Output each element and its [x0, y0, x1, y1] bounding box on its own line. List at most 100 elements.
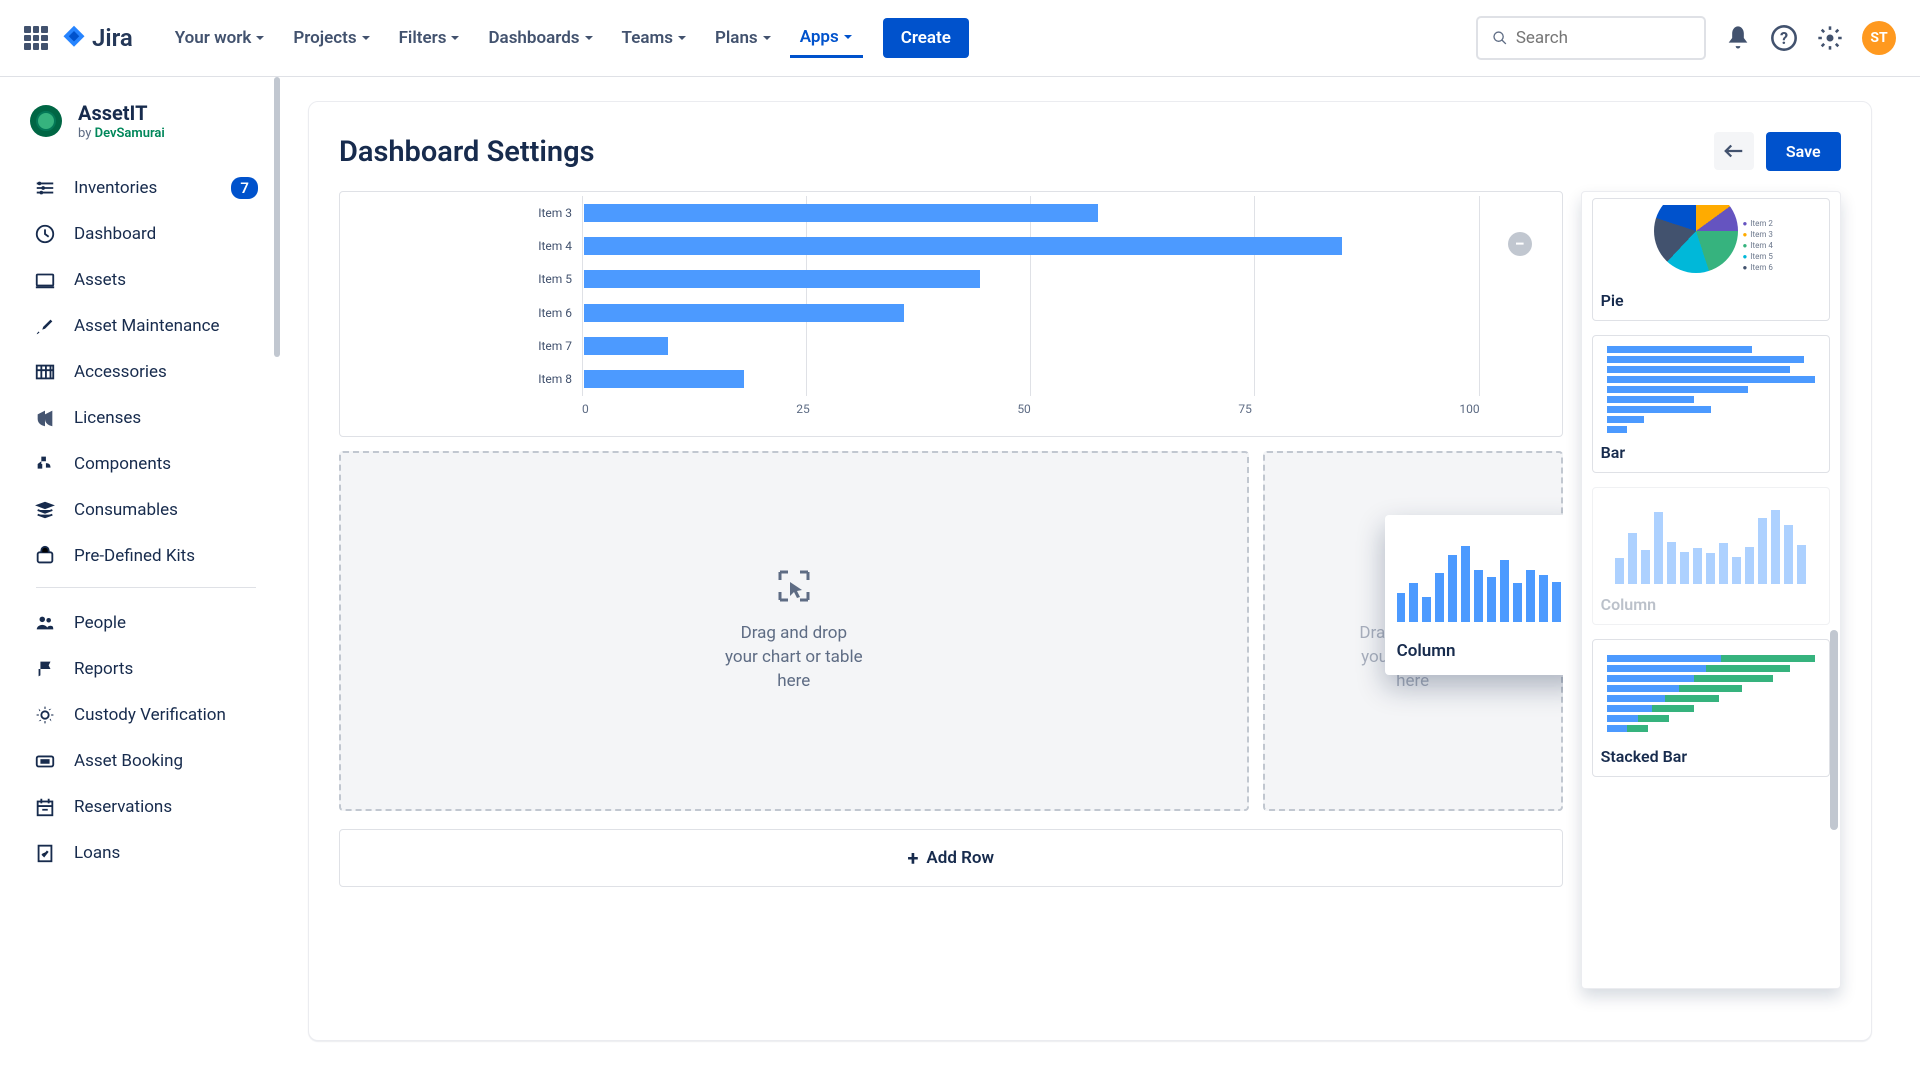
palette-stacked-card[interactable]: Stacked Bar — [1592, 639, 1830, 777]
arrow-left-icon — [1723, 143, 1745, 159]
sidebar-icon — [34, 453, 56, 475]
sidebar-icon — [34, 612, 56, 634]
dropzone-small[interactable]: Drag and drop your pie chart here Column — [1263, 451, 1563, 811]
chevron-down-icon — [584, 33, 594, 43]
nav-filters[interactable]: Filters — [389, 19, 471, 58]
nav-your-work[interactable]: Your work — [165, 19, 276, 58]
sidebar-item-reservations[interactable]: Reservations — [22, 786, 270, 828]
sidebar-badge: 7 — [231, 177, 258, 199]
sidebar-icon — [34, 269, 56, 291]
sidebar-icon — [34, 545, 56, 567]
sidebar-icon — [34, 658, 56, 680]
palette-pie-card[interactable]: Item 2Item 3Item 4Item 5Item 6 Pie — [1592, 198, 1830, 321]
palette-pie-label: Pie — [1601, 291, 1821, 310]
chevron-down-icon — [762, 33, 772, 43]
dropzone-large-text: Drag and drop your chart or table here — [725, 622, 863, 693]
sidebar-icon — [34, 223, 56, 245]
stacked-bar-icon — [1601, 651, 1821, 736]
bar-label: Item 3 — [522, 206, 572, 220]
chevron-down-icon — [255, 33, 265, 43]
chevron-down-icon — [361, 33, 371, 43]
sidebar-icon — [34, 361, 56, 383]
sidebar-item-people[interactable]: People — [22, 602, 270, 644]
avatar[interactable]: ST — [1862, 21, 1896, 55]
settings-icon[interactable] — [1816, 24, 1844, 52]
sidebar-item-asset-booking[interactable]: Asset Booking — [22, 740, 270, 782]
add-row-button[interactable]: + Add Row — [339, 829, 1563, 887]
palette-column-card[interactable]: Column — [1592, 487, 1830, 625]
plus-icon: + — [908, 846, 919, 870]
bar-chart-widget: − Item 3Item 4Item 5Item 6Item 7Item 8 0… — [339, 191, 1563, 437]
chevron-down-icon — [677, 33, 687, 43]
dropzone-large[interactable]: Drag and drop your chart or table here — [339, 451, 1249, 811]
sidebar-item-asset-maintenance[interactable]: Asset Maintenance — [22, 305, 270, 347]
sidebar-icon — [34, 750, 56, 772]
search-icon — [1492, 29, 1508, 47]
drop-target-icon — [776, 568, 812, 608]
app-vendor-link[interactable]: DevSamurai — [95, 126, 165, 141]
bar — [584, 237, 1342, 255]
sidebar-icon — [34, 796, 56, 818]
bar-label: Item 5 — [522, 272, 572, 286]
save-button[interactable]: Save — [1766, 132, 1841, 171]
nav-apps[interactable]: Apps — [790, 19, 863, 58]
bar-label: Item 7 — [522, 339, 572, 353]
sidebar-item-consumables[interactable]: Consumables — [22, 489, 270, 531]
top-header: Jira Your workProjectsFiltersDashboardsT… — [0, 0, 1920, 77]
bar — [584, 337, 668, 355]
back-button[interactable] — [1714, 132, 1754, 170]
palette-stacked-label: Stacked Bar — [1601, 747, 1821, 766]
palette-bar-label: Bar — [1601, 443, 1821, 462]
nav-dashboards[interactable]: Dashboards — [478, 19, 603, 58]
bar-label: Item 4 — [522, 239, 572, 253]
app-header: AssetIT by DevSamurai — [22, 101, 270, 141]
svg-text:?: ? — [1780, 29, 1788, 48]
sidebar-icon — [34, 177, 56, 199]
app-switcher-icon[interactable] — [24, 26, 48, 50]
bar-label: Item 6 — [522, 306, 572, 320]
main-content: Dashboard Settings Save − — [280, 77, 1920, 1080]
sidebar-icon — [34, 842, 56, 864]
sidebar-item-assets[interactable]: Assets — [22, 259, 270, 301]
column-icon — [1611, 500, 1810, 584]
bar — [584, 204, 1098, 222]
chevron-down-icon — [843, 32, 853, 42]
sidebar-icon — [34, 407, 56, 429]
chart-palette: Item 2Item 3Item 4Item 5Item 6 Pie Bar — [1581, 191, 1841, 989]
chevron-down-icon — [450, 33, 460, 43]
sidebar-item-pre-defined-kits[interactable]: Pre-Defined Kits — [22, 535, 270, 577]
palette-scrollbar[interactable] — [1830, 630, 1838, 830]
sidebar-item-loans[interactable]: Loans — [22, 832, 270, 874]
sidebar-icon — [34, 499, 56, 521]
search-input[interactable] — [1516, 28, 1690, 48]
sidebar-item-licenses[interactable]: Licenses — [22, 397, 270, 439]
sidebar: AssetIT by DevSamurai Inventories7Dashbo… — [0, 77, 280, 1080]
bar — [584, 370, 744, 388]
app-subtitle: by DevSamurai — [78, 126, 165, 141]
sidebar-item-reports[interactable]: Reports — [22, 648, 270, 690]
help-icon[interactable]: ? — [1770, 24, 1798, 52]
jira-logo[interactable]: Jira — [60, 24, 133, 52]
pie-icon — [1654, 205, 1738, 273]
dragging-card-label: Column — [1397, 641, 1563, 661]
sidebar-item-accessories[interactable]: Accessories — [22, 351, 270, 393]
bar-label: Item 8 — [522, 372, 572, 386]
sidebar-icon — [34, 315, 56, 337]
sidebar-item-inventories[interactable]: Inventories7 — [22, 167, 270, 209]
notifications-icon[interactable] — [1724, 24, 1752, 52]
app-logo-icon — [30, 105, 62, 137]
palette-bar-card[interactable]: Bar — [1592, 335, 1830, 473]
bar — [584, 270, 980, 288]
nav-teams[interactable]: Teams — [612, 19, 697, 58]
nav-plans[interactable]: Plans — [705, 19, 782, 58]
sidebar-item-components[interactable]: Components — [22, 443, 270, 485]
palette-column-label: Column — [1601, 595, 1821, 614]
app-title: AssetIT — [78, 101, 165, 125]
create-button[interactable]: Create — [883, 18, 969, 58]
search-box[interactable] — [1476, 16, 1706, 60]
sidebar-item-dashboard[interactable]: Dashboard — [22, 213, 270, 255]
nav-projects[interactable]: Projects — [283, 19, 380, 58]
dragging-column-card[interactable]: Column — [1385, 515, 1563, 675]
sidebar-item-custody-verification[interactable]: Custody Verification — [22, 694, 270, 736]
jira-logo-text: Jira — [92, 24, 133, 52]
